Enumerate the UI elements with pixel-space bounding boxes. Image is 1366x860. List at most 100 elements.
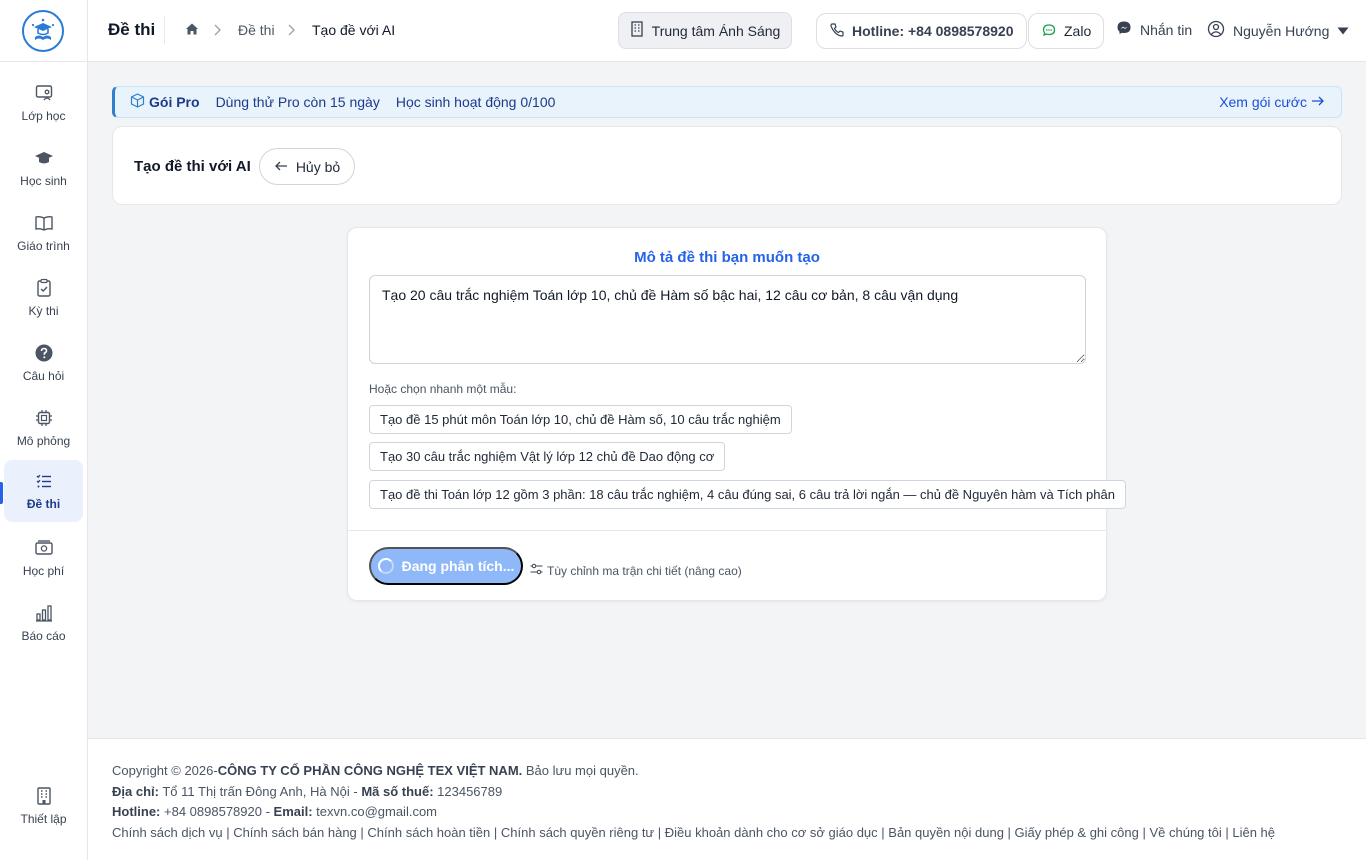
footer-link[interactable]: Bản quyền nội dung xyxy=(888,825,1004,840)
sidebar-item-lop-hoc[interactable]: Lớp học xyxy=(4,72,83,134)
active-indicator xyxy=(0,482,3,504)
sidebar-item-ky-thi[interactable]: Kỳ thi xyxy=(4,267,83,329)
template-chip[interactable]: Tạo 30 câu trắc nghiệm Vật lý lớp 12 chủ… xyxy=(369,442,726,471)
ai-exam-form: Mô tả đề thi bạn muốn tạo Tạo 20 câu trắ… xyxy=(347,227,1126,601)
question-icon xyxy=(34,343,54,363)
caret-down-icon xyxy=(1337,23,1349,39)
graduation-cap-icon xyxy=(34,148,54,168)
sidebar-item-label: Câu hỏi xyxy=(22,369,65,383)
footer-link[interactable]: Chính sách bán hàng xyxy=(233,825,357,840)
phone-icon xyxy=(829,22,845,41)
sidebar-item-cau-hoi[interactable]: Câu hỏi xyxy=(4,332,83,394)
address-label: Địa chỉ: xyxy=(112,783,159,799)
footer-copyright: Copyright © 2026-CÔNG TY CỔ PHẦN CÔNG NG… xyxy=(112,761,1342,782)
footer-link[interactable]: Liên hệ xyxy=(1232,825,1275,840)
view-plans-link[interactable]: Xem gói cước xyxy=(1219,94,1325,110)
sidebar-divider xyxy=(0,61,88,62)
sidebar-item-label: Báo cáo xyxy=(21,629,66,643)
footer-link[interactable]: Chính sách quyền riêng tư xyxy=(501,825,654,840)
hotline-button[interactable]: Hotline: +84 0898578920 xyxy=(816,13,1027,49)
trial-status: Dùng thử Pro còn 15 ngày xyxy=(215,94,380,110)
messenger-link[interactable]: Nhắn tin xyxy=(1116,20,1192,39)
email-label: Email: xyxy=(273,804,313,819)
plan-name: Gói Pro xyxy=(149,94,200,110)
brand-logo[interactable] xyxy=(22,10,64,52)
page-header-card: Tạo đề thi với AI Hủy bỏ xyxy=(112,126,1342,205)
sidebar-item-giao-trinh[interactable]: Giáo trình xyxy=(4,202,83,264)
messenger-label: Nhắn tin xyxy=(1140,21,1193,38)
header-divider xyxy=(164,16,165,44)
arrow-left-icon xyxy=(274,159,288,175)
company-name: CÔNG TY CỔ PHẦN CÔNG NGHỆ TEX VIỆT NAM. xyxy=(217,763,523,778)
sidebar-item-label: Giáo trình xyxy=(17,239,70,253)
address-value: Tổ 11 Thị trấn Đông Anh, Hà Nội - xyxy=(158,783,362,799)
form-divider xyxy=(348,530,1106,531)
page-heading: Đề thi xyxy=(108,20,156,39)
footer-link[interactable]: Điều khoản dành cho cơ sở giáo dục xyxy=(665,825,878,840)
footer-link[interactable]: Giấy phép & ghi công xyxy=(1015,825,1139,840)
user-menu[interactable]: Nguyễn Hướng xyxy=(1207,20,1349,41)
sidebar-item-label: Lớp học xyxy=(21,109,66,123)
advanced-link-label: Tùy chỉnh ma trận chi tiết (nâng cao) xyxy=(547,563,742,578)
messenger-icon xyxy=(1116,20,1132,39)
building-icon xyxy=(630,21,644,40)
sidebar-item-label: Học phí xyxy=(22,564,65,578)
sliders-icon xyxy=(530,563,543,578)
breadcrumb-current: Tạo đề với AI xyxy=(312,22,396,38)
loading-spinner-icon xyxy=(377,558,394,574)
active-students: Học sinh hoạt động 0/100 xyxy=(395,94,556,110)
email-value: texvn.co@gmail.com xyxy=(312,804,438,819)
center-name: Trung tâm Ánh Sáng xyxy=(651,22,781,39)
hotline-value: +84 0898578920 - xyxy=(160,804,274,819)
cancel-label: Hủy bỏ xyxy=(295,158,341,175)
footer-link[interactable]: Về chúng tôi xyxy=(1149,825,1221,840)
list-icon xyxy=(34,471,54,491)
building-icon xyxy=(34,786,54,806)
sidebar-item-hoc-sinh[interactable]: Học sinh xyxy=(4,137,83,199)
zalo-label: Zalo xyxy=(1064,23,1092,39)
box-icon xyxy=(130,93,145,111)
chat-bubble-icon xyxy=(1041,22,1057,41)
footer-contact: Hotline: +84 0898578920 - Email: texvn.c… xyxy=(112,802,1342,823)
topbar: Đề thi Đề thi Tạo đề với AI Trung tâm Án… xyxy=(88,0,1366,62)
footer-address: Địa chỉ: Tổ 11 Thị trấn Đông Anh, Hà Nội… xyxy=(112,782,1342,803)
hotline-label: Hotline: xyxy=(112,804,161,819)
footer: Copyright © 2026-CÔNG TY CỔ PHẦN CÔNG NG… xyxy=(88,738,1366,860)
book-icon xyxy=(34,213,54,233)
sidebar-item-label: Kỳ thi xyxy=(28,304,59,318)
center-selector-button[interactable]: Trung tâm Ánh Sáng xyxy=(618,12,792,49)
template-chip[interactable]: Tạo đề 15 phút môn Toán lớp 10, chủ đề H… xyxy=(369,405,792,434)
sidebar-item-bao-cao[interactable]: Báo cáo xyxy=(4,592,83,654)
footer-link[interactable]: Chính sách dịch vụ xyxy=(112,825,223,840)
sidebar-item-settings[interactable]: Thiết lập xyxy=(4,775,83,837)
rights-text: Bảo lưu mọi quyền. xyxy=(522,763,639,778)
settings-label: Thiết lập xyxy=(20,812,67,826)
user-name: Nguyễn Hướng xyxy=(1233,22,1330,39)
pro-plan-banner: Gói Pro Dùng thử Pro còn 15 ngày Học sin… xyxy=(112,86,1342,118)
home-icon[interactable] xyxy=(185,22,199,41)
logo-icon xyxy=(31,18,55,40)
sidebar-item-de-thi[interactable]: Đề thi xyxy=(4,460,83,522)
sidebar-item-hoc-phi[interactable]: Học phí xyxy=(4,527,83,589)
analyze-label: Đang phân tích... xyxy=(401,558,515,574)
hotline-text: Hotline: +84 0898578920 xyxy=(852,23,1014,39)
footer-link[interactable]: Chính sách hoàn tiền xyxy=(367,825,490,840)
quick-template-label: Hoặc chọn nhanh một mẫu: xyxy=(369,382,517,396)
cancel-button[interactable]: Hủy bỏ xyxy=(259,148,355,185)
exam-description-input[interactable]: Tạo 20 câu trắc nghiệm Toán lớp 10, chủ … xyxy=(369,275,1086,364)
sidebar-item-label: Mô phỏng xyxy=(16,434,71,448)
footer-links: Chính sách dịch vụ | Chính sách bán hàng… xyxy=(112,824,1276,840)
tax-label: Mã số thuế: xyxy=(361,783,434,799)
classroom-icon xyxy=(34,83,54,103)
chevron-right-icon xyxy=(286,23,296,42)
zalo-button[interactable]: Zalo xyxy=(1028,13,1105,49)
sidebar-item-mo-phong[interactable]: Mô phỏng xyxy=(4,397,83,459)
analyze-button[interactable]: Đang phân tích... xyxy=(369,547,523,585)
page-title: Tạo đề thi với AI xyxy=(134,158,251,175)
template-chip[interactable]: Tạo đề thi Toán lớp 12 gồm 3 phần: 18 câ… xyxy=(369,480,1126,509)
user-avatar-icon xyxy=(1207,20,1225,41)
chevron-right-icon xyxy=(212,23,222,42)
breadcrumb-de-thi[interactable]: Đề thi xyxy=(238,22,275,38)
chip-icon xyxy=(34,408,54,428)
advanced-matrix-link[interactable]: Tùy chỉnh ma trận chi tiết (nâng cao) xyxy=(530,563,742,578)
